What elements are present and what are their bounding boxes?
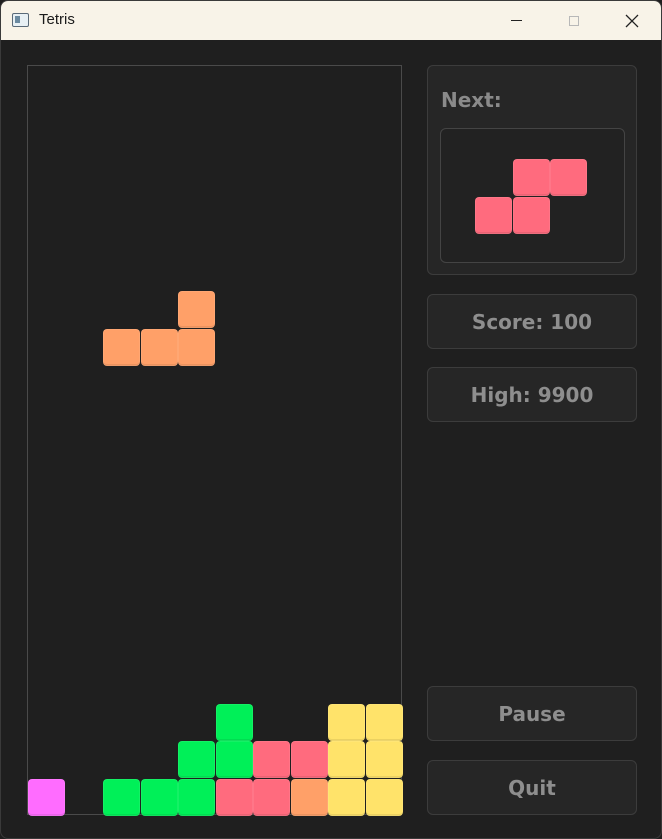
maximize-button[interactable]	[545, 1, 603, 40]
locked-block	[290, 778, 328, 816]
score-display: Score: 100	[427, 294, 637, 349]
locked-block	[253, 741, 290, 778]
locked-block	[328, 703, 365, 741]
tetris-window: Tetris Next: Score: 100 High: 9900 Pause…	[0, 0, 662, 839]
pause-button[interactable]: Pause	[427, 686, 637, 741]
falling-block	[178, 328, 215, 366]
locked-block	[365, 778, 403, 816]
close-button[interactable]	[603, 1, 661, 40]
next-piece-block	[475, 196, 512, 234]
next-piece-panel: Next:	[427, 65, 637, 275]
game-board[interactable]	[27, 65, 403, 816]
locked-block	[140, 778, 178, 816]
locked-block	[215, 778, 253, 816]
high-score-display: High: 9900	[427, 367, 637, 422]
next-label: Next:	[441, 88, 502, 112]
locked-block	[28, 778, 65, 816]
maximize-icon	[569, 15, 579, 26]
locked-block	[290, 741, 328, 778]
minimize-button[interactable]	[487, 1, 545, 40]
minimize-icon	[510, 20, 522, 21]
locked-block	[365, 741, 403, 778]
locked-block	[215, 741, 253, 778]
window-title: Tetris	[39, 11, 75, 28]
quit-button[interactable]: Quit	[427, 760, 637, 815]
falling-block	[140, 328, 178, 366]
app-icon	[12, 13, 29, 27]
next-piece-preview	[440, 128, 625, 263]
locked-block	[178, 741, 215, 778]
falling-block	[103, 328, 140, 366]
title-bar[interactable]: Tetris	[1, 1, 661, 40]
locked-block	[103, 778, 140, 816]
close-icon	[625, 14, 639, 27]
next-piece-block	[512, 159, 550, 196]
locked-block	[253, 778, 290, 816]
locked-block	[365, 703, 403, 741]
locked-block	[328, 778, 365, 816]
locked-block	[215, 703, 253, 741]
falling-block	[178, 291, 215, 328]
next-piece-block	[550, 159, 587, 196]
locked-block	[178, 778, 215, 816]
next-piece-block	[512, 196, 550, 234]
locked-block	[328, 741, 365, 778]
